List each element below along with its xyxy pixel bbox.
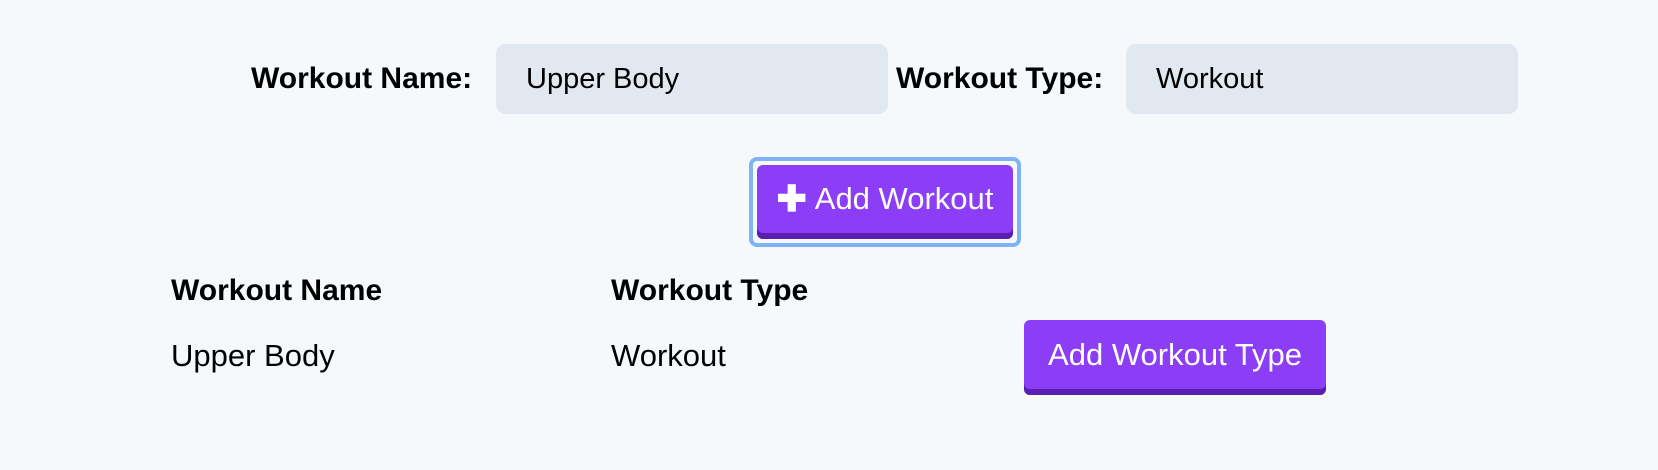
add-workout-type-button[interactable]: Add Workout Type (1024, 320, 1326, 395)
column-header-workout-type: Workout Type (611, 274, 809, 307)
plus-icon: ✚ (776, 178, 807, 219)
add-workout-button[interactable]: ✚ Add Workout (757, 165, 1013, 239)
workout-form: Workout Name: Workout Type: (0, 44, 1658, 114)
add-workout-focus-ring: ✚ Add Workout (749, 157, 1021, 247)
workout-type-label: Workout Type: (896, 62, 1104, 95)
workout-name-label: Workout Name: (251, 62, 473, 95)
add-workout-button-label: Add Workout (814, 181, 994, 216)
workout-type-input[interactable] (1126, 44, 1518, 114)
workout-name-input[interactable] (496, 44, 888, 114)
column-header-workout-name: Workout Name (171, 274, 383, 307)
cell-workout-name: Upper Body (171, 338, 335, 373)
cell-workout-type: Workout (611, 338, 726, 373)
